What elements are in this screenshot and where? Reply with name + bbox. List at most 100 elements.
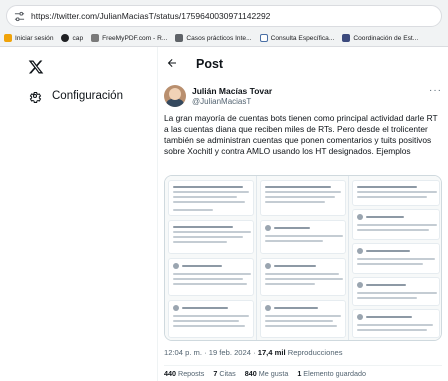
address-bar-url: https://twitter.com/JulianMaciasT/status… bbox=[31, 11, 271, 21]
media-text-line bbox=[357, 186, 417, 188]
bookmark-favicon-icon bbox=[4, 34, 12, 42]
media-screenshot-card bbox=[352, 243, 440, 274]
media-text-line bbox=[173, 236, 243, 238]
media-text-line bbox=[265, 273, 339, 275]
media-screenshot-card bbox=[260, 180, 346, 216]
media-text-line bbox=[366, 250, 410, 252]
media-text-line bbox=[366, 316, 412, 318]
media-text-line bbox=[265, 320, 333, 322]
page-title: Post bbox=[196, 57, 224, 71]
post-text: La gran mayoría de cuentas bots tienen c… bbox=[164, 113, 438, 156]
media-avatar-shape bbox=[173, 263, 179, 269]
media-text-line bbox=[357, 191, 437, 193]
media-text-line bbox=[173, 186, 243, 188]
left-navigation: Configuración bbox=[0, 47, 157, 381]
media-text-line bbox=[265, 191, 341, 193]
media-text-line bbox=[173, 320, 239, 322]
media-text-line bbox=[357, 292, 437, 294]
bookmark-coordinacion[interactable]: Coordinación de Est... bbox=[342, 34, 418, 42]
stat-label: Elemento guardado bbox=[301, 369, 367, 378]
media-text-line bbox=[182, 307, 228, 309]
media-screenshot-card bbox=[168, 220, 254, 254]
stat-count: 440 bbox=[164, 369, 176, 378]
media-screenshot-card bbox=[168, 180, 254, 216]
bookmark-label: Coordinación de Est... bbox=[353, 34, 419, 42]
bookmark-label: Casos prácticos Inte... bbox=[186, 34, 252, 42]
media-text-line bbox=[173, 241, 227, 243]
media-text-line bbox=[357, 258, 435, 260]
bookmark-label: cap bbox=[72, 34, 84, 42]
media-text-line bbox=[265, 235, 343, 237]
media-text-line bbox=[357, 196, 427, 198]
media-text-line bbox=[173, 191, 249, 193]
media-text-line bbox=[265, 315, 341, 317]
address-bar[interactable]: https://twitter.com/JulianMaciasT/status… bbox=[6, 5, 442, 27]
media-avatar-shape bbox=[265, 225, 271, 231]
divider bbox=[164, 365, 442, 366]
author-handle[interactable]: @JulianMaciasT bbox=[192, 97, 251, 106]
avatar-body-shape bbox=[166, 99, 184, 107]
github-icon bbox=[61, 34, 70, 42]
post-detail-column: Post Julián Macías Tovar @JulianMaciasT … bbox=[158, 47, 448, 381]
media-text-line bbox=[274, 307, 318, 309]
stat-quotes[interactable]: 7 Citas bbox=[213, 369, 235, 378]
stat-count: 840 bbox=[244, 369, 257, 378]
site-settings-icon[interactable] bbox=[13, 10, 25, 22]
media-text-line bbox=[357, 329, 427, 331]
media-text-line bbox=[265, 325, 337, 327]
post-header: Post bbox=[158, 47, 448, 81]
media-text-line bbox=[265, 201, 325, 203]
media-screenshot-card bbox=[352, 209, 440, 240]
media-text-line bbox=[357, 229, 429, 231]
media-text-line bbox=[265, 278, 343, 280]
media-text-line bbox=[366, 284, 406, 286]
media-text-line bbox=[182, 265, 222, 267]
bookmark-consulta-especifica[interactable]: Consulta Específica... bbox=[259, 34, 334, 42]
media-screenshot-card bbox=[168, 258, 254, 296]
more-options-icon[interactable]: ··· bbox=[429, 85, 442, 96]
stat-bookmarks[interactable]: 1 Elemento guardado bbox=[297, 369, 366, 378]
media-avatar-shape bbox=[173, 305, 179, 311]
media-panel-right bbox=[349, 176, 441, 340]
media-screenshot-card bbox=[352, 309, 440, 338]
media-screenshot-card bbox=[352, 277, 440, 306]
media-avatar-shape bbox=[265, 305, 271, 311]
bookmark-iniciar-sesion[interactable]: Iniciar sesión bbox=[4, 34, 53, 42]
media-text-line bbox=[357, 297, 417, 299]
post-metadata: 12:04 p. m. · 19 feb. 2024 · 17,4 mil Re… bbox=[164, 348, 343, 357]
stat-label: Citas bbox=[217, 369, 236, 378]
media-avatar-shape bbox=[357, 214, 363, 220]
post-timestamp[interactable]: 12:04 p. m. · 19 feb. 2024 · bbox=[164, 348, 258, 357]
bookmark-cap[interactable]: cap bbox=[61, 34, 83, 42]
media-panel-left bbox=[165, 176, 257, 340]
bookmark-favicon-icon bbox=[175, 34, 184, 42]
views-count: 17,4 mil bbox=[257, 348, 286, 357]
bookmark-favicon-icon bbox=[342, 34, 351, 42]
media-screenshot-card bbox=[260, 220, 346, 254]
media-text-line bbox=[173, 226, 233, 228]
bookmark-freemypdf[interactable]: FreeMyPDF.com - R... bbox=[91, 34, 167, 42]
post-media-image[interactable] bbox=[164, 175, 442, 341]
stat-likes[interactable]: 840 Me gusta bbox=[245, 369, 289, 378]
bookmark-casos-practicos[interactable]: Casos prácticos Inte... bbox=[175, 34, 252, 42]
media-panel-middle bbox=[257, 176, 349, 340]
stat-reposts[interactable]: 440 Reposts bbox=[164, 369, 204, 378]
media-text-line bbox=[357, 263, 423, 265]
browser-chrome: https://twitter.com/JulianMaciasT/status… bbox=[0, 0, 448, 47]
author-name[interactable]: Julián Macías Tovar bbox=[192, 86, 272, 96]
x-logo-icon[interactable] bbox=[28, 59, 44, 75]
bookmark-favicon-icon bbox=[91, 34, 100, 42]
media-screenshot-card bbox=[352, 180, 440, 206]
gear-icon bbox=[28, 89, 42, 103]
nav-item-settings[interactable]: Configuración bbox=[28, 89, 123, 103]
media-text-line bbox=[173, 273, 251, 275]
avatar-face-shape bbox=[169, 88, 181, 100]
media-screenshot-card bbox=[260, 300, 346, 338]
media-text-line bbox=[173, 315, 249, 317]
stat-label: Me gusta bbox=[256, 369, 289, 378]
media-text-line bbox=[173, 278, 243, 280]
views-label: Reproducciones bbox=[285, 348, 343, 357]
back-arrow-icon[interactable] bbox=[166, 57, 186, 72]
avatar[interactable] bbox=[164, 85, 186, 107]
media-text-line bbox=[357, 224, 437, 226]
